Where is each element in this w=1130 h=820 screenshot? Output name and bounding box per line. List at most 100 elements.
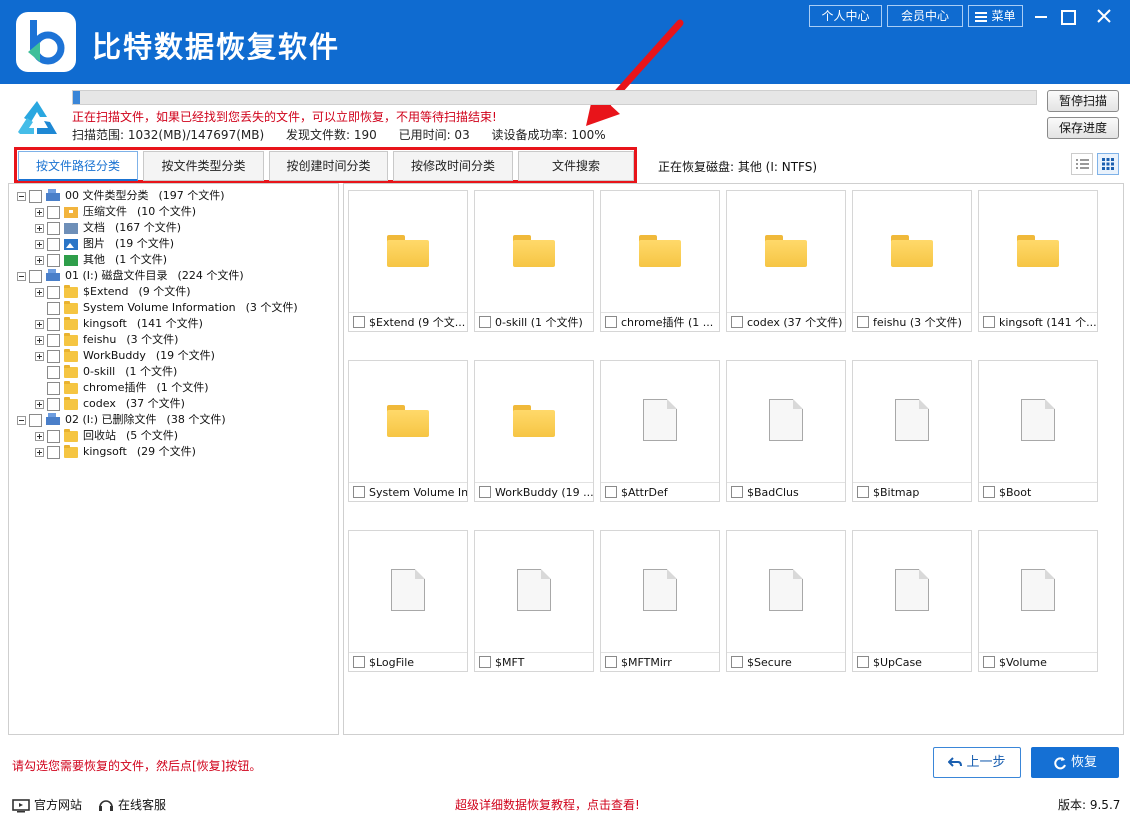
card-checkbox[interactable] (857, 316, 869, 328)
tab-by-path[interactable]: 按文件路径分类 (18, 151, 138, 181)
tree-node[interactable]: $Extend (9 个文件) (35, 284, 191, 300)
file-card[interactable]: $BadClus (726, 360, 846, 502)
expand-toggle[interactable] (35, 399, 44, 409)
card-checkbox[interactable] (479, 486, 491, 498)
tree-node[interactable]: 其他 (1 个文件) (35, 252, 167, 268)
tree-checkbox[interactable] (47, 221, 60, 235)
tree-node[interactable]: feishu (3 个文件) (35, 332, 178, 348)
tree-node[interactable]: 压缩文件 (10 个文件) (35, 204, 196, 220)
card-checkbox[interactable] (983, 656, 995, 668)
tree-checkbox[interactable] (29, 413, 42, 427)
list-view-button[interactable] (1071, 153, 1093, 175)
tree-node[interactable]: kingsoft (29 个文件) (35, 444, 196, 460)
file-card[interactable]: $Bitmap (852, 360, 972, 502)
collapse-toggle[interactable] (17, 271, 26, 281)
save-progress-button[interactable]: 保存进度 (1047, 117, 1119, 139)
card-checkbox[interactable] (731, 316, 743, 328)
tree-checkbox[interactable] (47, 333, 60, 347)
tree-node[interactable]: System Volume Information (3 个文件) (35, 300, 298, 316)
tree-node[interactable]: 02 (I:) 已删除文件 (38 个文件) (17, 412, 226, 428)
file-card[interactable]: $UpCase (852, 530, 972, 672)
close-button[interactable] (1089, 4, 1119, 28)
tree-checkbox[interactable] (47, 253, 60, 267)
recover-button[interactable]: 恢复 (1031, 747, 1119, 778)
card-checkbox[interactable] (605, 656, 617, 668)
file-card[interactable]: $Boot (978, 360, 1098, 502)
tab-by-type[interactable]: 按文件类型分类 (143, 151, 264, 181)
card-checkbox[interactable] (857, 486, 869, 498)
tree-checkbox[interactable] (29, 189, 42, 203)
card-checkbox[interactable] (983, 316, 995, 328)
file-card[interactable]: $LogFile (348, 530, 468, 672)
card-checkbox[interactable] (353, 486, 365, 498)
folder-card[interactable]: kingsoft (141 个... (978, 190, 1098, 332)
folder-card[interactable]: 0-skill (1 个文件) (474, 190, 594, 332)
expand-toggle[interactable] (35, 351, 44, 361)
expand-toggle[interactable] (35, 335, 44, 345)
tree-checkbox[interactable] (47, 285, 60, 299)
collapse-toggle[interactable] (17, 191, 26, 201)
file-card[interactable]: $MFT (474, 530, 594, 672)
card-checkbox[interactable] (605, 316, 617, 328)
card-checkbox[interactable] (353, 316, 365, 328)
card-checkbox[interactable] (983, 486, 995, 498)
tree-checkbox[interactable] (47, 205, 60, 219)
file-card[interactable]: $MFTMirr (600, 530, 720, 672)
tree-node[interactable]: kingsoft (141 个文件) (35, 316, 203, 332)
folder-card[interactable]: feishu (3 个文件) (852, 190, 972, 332)
tutorial-link[interactable]: 超级详细数据恢复教程，点击查看! (455, 796, 640, 813)
pause-scan-button[interactable]: 暂停扫描 (1047, 90, 1119, 112)
tree-checkbox[interactable] (47, 301, 60, 315)
tab-file-search[interactable]: 文件搜索 (518, 151, 634, 181)
card-checkbox[interactable] (479, 316, 491, 328)
maximize-button[interactable] (1052, 4, 1082, 28)
personal-center-button[interactable]: 个人中心 (809, 5, 882, 27)
folder-card[interactable]: System Volume In... (348, 360, 468, 502)
expand-toggle[interactable] (35, 255, 44, 265)
member-center-button[interactable]: 会员中心 (887, 5, 963, 27)
tree-checkbox[interactable] (47, 365, 60, 379)
tree-checkbox[interactable] (47, 429, 60, 443)
card-checkbox[interactable] (479, 656, 491, 668)
tree-node[interactable]: 00 文件类型分类 (197 个文件) (17, 188, 225, 204)
file-card[interactable]: $Secure (726, 530, 846, 672)
tree-checkbox[interactable] (47, 349, 60, 363)
collapse-toggle[interactable] (17, 415, 26, 425)
tree-checkbox[interactable] (47, 381, 60, 395)
online-support-link[interactable]: 在线客服 (98, 796, 166, 813)
expand-toggle[interactable] (35, 223, 44, 233)
tree-checkbox[interactable] (47, 397, 60, 411)
tree-node[interactable]: 图片 (19 个文件) (35, 236, 174, 252)
menu-button[interactable]: 菜单 (968, 5, 1023, 27)
expand-toggle[interactable] (35, 447, 44, 457)
tree-node[interactable]: 01 (I:) 磁盘文件目录 (224 个文件) (17, 268, 244, 284)
file-card[interactable]: $Volume (978, 530, 1098, 672)
card-checkbox[interactable] (605, 486, 617, 498)
card-checkbox[interactable] (857, 656, 869, 668)
folder-card[interactable]: $Extend (9 个文... (348, 190, 468, 332)
expand-toggle[interactable] (35, 207, 44, 217)
tree-node[interactable]: 文档 (167 个文件) (35, 220, 181, 236)
card-checkbox[interactable] (731, 486, 743, 498)
tree-node[interactable]: 0-skill (1 个文件) (35, 364, 177, 380)
grid-view-button[interactable] (1097, 153, 1119, 175)
tree-checkbox[interactable] (47, 445, 60, 459)
card-checkbox[interactable] (353, 656, 365, 668)
tab-by-modified[interactable]: 按修改时间分类 (393, 151, 513, 181)
expand-toggle[interactable] (35, 239, 44, 249)
folder-card[interactable]: chrome插件 (1 ... (600, 190, 720, 332)
tree-node[interactable]: chrome插件 (1 个文件) (35, 380, 209, 396)
official-website-link[interactable]: 官方网站 (12, 796, 82, 813)
tree-checkbox[interactable] (47, 317, 60, 331)
file-card[interactable]: $AttrDef (600, 360, 720, 502)
expand-toggle[interactable] (35, 431, 44, 441)
tree-node[interactable]: WorkBuddy (19 个文件) (35, 348, 215, 364)
tree-checkbox[interactable] (47, 237, 60, 251)
expand-toggle[interactable] (35, 319, 44, 329)
expand-toggle[interactable] (35, 287, 44, 297)
folder-card[interactable]: codex (37 个文件) (726, 190, 846, 332)
previous-step-button[interactable]: 上一步 (933, 747, 1021, 778)
card-checkbox[interactable] (731, 656, 743, 668)
tree-node[interactable]: 回收站 (5 个文件) (35, 428, 178, 444)
tree-checkbox[interactable] (29, 269, 42, 283)
